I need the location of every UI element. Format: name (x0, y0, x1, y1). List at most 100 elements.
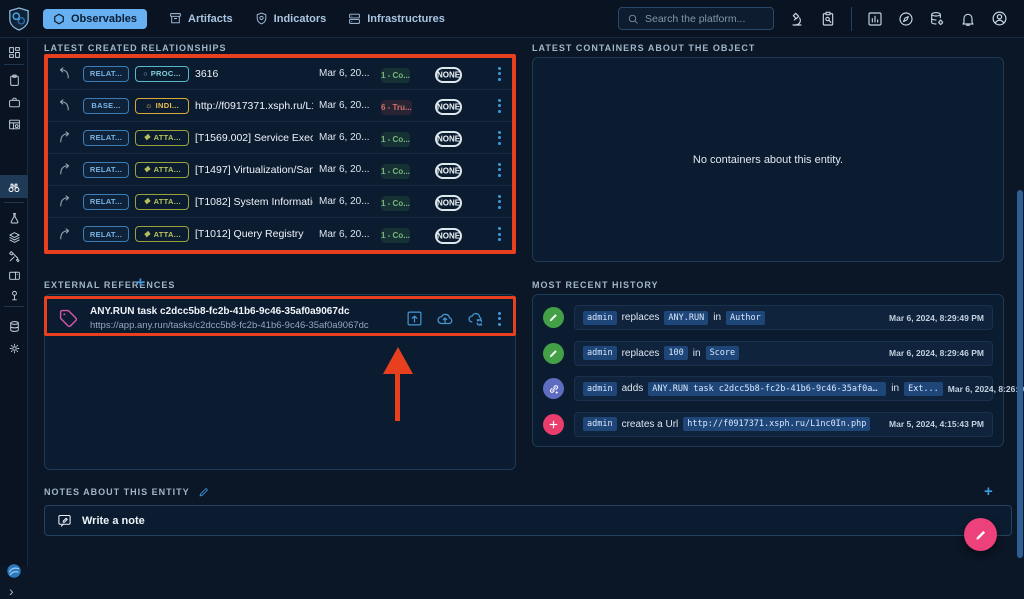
search-input[interactable]: Search the platform... (618, 7, 774, 30)
sidebar-item-analyses[interactable] (0, 70, 28, 90)
history-card: admin replaces ANY.RUN in Author Mar 6, … (532, 294, 1004, 447)
sidebar-item-cases[interactable] (0, 92, 28, 112)
dashboard-icon (8, 46, 21, 59)
edit-fab-button[interactable] (964, 518, 997, 551)
confidence-badge: 1 - Co... (381, 164, 410, 179)
expand-chevron-icon[interactable]: › (9, 583, 14, 599)
history-message: admin replaces ANY.RUN in Author Mar 6, … (574, 305, 993, 330)
relationship-row[interactable]: BASE... INDI... http://f0917371.xsph.ru/… (47, 90, 513, 122)
row-menu-dots-icon[interactable] (493, 131, 505, 145)
relationship-date: Mar 6, 20... (319, 196, 375, 207)
history-row: admin adds ANY.RUN task c2dcc5b8-fc2b-41… (543, 371, 993, 407)
tab-infrastructures[interactable]: Infrastructures (348, 12, 445, 25)
entity-type-chip: ATTA... (135, 194, 189, 210)
edit-pencil-icon[interactable] (198, 486, 210, 498)
confidence-badge: 6 - Tru... (381, 100, 412, 115)
data-database-icon (8, 320, 21, 333)
opencti-shield-icon[interactable] (8, 6, 30, 32)
note-input[interactable]: Write a note (44, 505, 1012, 536)
row-menu-dots-icon[interactable] (493, 227, 505, 241)
locations-pin-icon (8, 289, 21, 302)
relationship-row[interactable]: RELAT... ATTA... [T1082] System Informat… (47, 186, 513, 218)
relationship-row[interactable]: RELAT... ATTA... [T1569.002] Service Exe… (47, 122, 513, 154)
open-in-app-icon[interactable] (406, 310, 423, 327)
techniques-tools-icon (8, 250, 21, 263)
microscope-icon[interactable] (789, 11, 805, 27)
external-references-title: EXTERNAL REFERENCES (44, 280, 175, 290)
bell-icon[interactable] (960, 11, 976, 27)
settings-gear-icon (8, 342, 21, 355)
hexagon-icon (53, 13, 65, 25)
sidebar-item-techniques[interactable] (0, 246, 28, 266)
add-note-button[interactable]: + (984, 486, 993, 498)
history-value-chip: ANY.RUN (664, 311, 708, 325)
relationship-arrow-icon (51, 66, 77, 81)
relationship-type-chip: BASE... (83, 98, 129, 114)
history-row: admin creates a Url http://f0917371.xsph… (543, 407, 993, 443)
archive-icon (169, 12, 182, 25)
sidebar-item-threats[interactable] (0, 208, 28, 228)
row-menu-dots-icon[interactable] (493, 195, 505, 209)
reference-menu-dots-icon[interactable] (498, 312, 501, 326)
clipboard-search-icon[interactable] (820, 11, 836, 27)
attack-pattern-icon (143, 197, 150, 206)
relationship-row[interactable]: RELAT... PROC... 3616 Mar 6, 20... 1 - C… (47, 58, 513, 90)
history-user-chip: admin (583, 417, 617, 431)
cloud-upload-icon[interactable] (436, 310, 454, 328)
cloud-sync-icon[interactable] (467, 310, 485, 328)
add-external-reference-button[interactable]: + (136, 277, 145, 289)
marking-badge: NONE (435, 67, 462, 83)
relationship-type-chip: RELAT... (83, 226, 129, 242)
relationship-row[interactable]: RELAT... ATTA... [T1012] Query Registry … (47, 218, 513, 250)
history-row: admin replaces ANY.RUN in Author Mar 6, … (543, 300, 993, 336)
relationship-row[interactable]: RELAT... ATTA... [T1497] Virtualization/… (47, 154, 513, 186)
history-user-chip: admin (583, 382, 617, 396)
sidebar-item-dashboard[interactable] (0, 42, 28, 62)
confidence-badge: 1 - Co... (381, 228, 410, 243)
history-action: replaces (622, 348, 660, 359)
external-reference-row[interactable]: ANY.RUN task c2dcc5b8-fc2b-41b6-9c46-35a… (45, 295, 515, 335)
sidebar-item-observations[interactable] (0, 176, 28, 197)
containers-title: LATEST CONTAINERS ABOUT THE OBJECT (532, 43, 755, 53)
attack-pattern-icon (143, 230, 150, 239)
sidebar-item-data[interactable] (0, 316, 28, 336)
link-icon (543, 378, 564, 399)
sidebar-item-settings[interactable] (0, 338, 28, 358)
events-table-icon (8, 118, 21, 131)
history-field-chip: Score (706, 346, 740, 360)
sidebar-item-events[interactable] (0, 114, 28, 134)
server-icon (348, 12, 361, 25)
plus-icon (543, 414, 564, 435)
search-placeholder: Search the platform... (645, 13, 745, 25)
row-menu-dots-icon[interactable] (493, 99, 505, 113)
analyses-clipboard-icon (8, 74, 21, 87)
tab-indicators[interactable]: Indicators (255, 12, 327, 25)
history-timestamp: Mar 5, 2024, 4:15:43 PM (889, 419, 984, 429)
filigran-logo-icon[interactable] (5, 562, 23, 580)
relationships-title: LATEST CREATED RELATIONSHIPS (44, 43, 227, 53)
barchart-icon[interactable] (867, 11, 883, 27)
history-message: admin adds ANY.RUN task c2dcc5b8-fc2b-41… (574, 376, 993, 401)
history-value-chip: http://f0917371.xsph.ru/L1nc0In.php (683, 417, 870, 431)
sidebar-item-locations[interactable] (0, 285, 28, 305)
row-menu-dots-icon[interactable] (493, 67, 505, 81)
tab-observables[interactable]: Observables (43, 9, 147, 29)
sidebar-item-entities[interactable] (0, 265, 28, 285)
external-reference-url[interactable]: https://app.any.run/tasks/c2dcc5b8-fc2b-… (90, 320, 394, 331)
tab-artifacts[interactable]: Artifacts (169, 12, 233, 25)
cases-briefcase-icon (8, 96, 21, 109)
external-references-card: ANY.RUN task c2dcc5b8-fc2b-41b6-9c46-35a… (44, 294, 516, 470)
history-user-chip: admin (583, 346, 617, 360)
notes-title: NOTES ABOUT THIS ENTITY (44, 487, 190, 497)
account-icon[interactable] (991, 10, 1008, 27)
history-message: admin replaces 100 in Score Mar 6, 2024,… (574, 341, 993, 366)
vertical-scrollbar[interactable] (1017, 190, 1023, 558)
sidebar-item-arsenal[interactable] (0, 227, 28, 247)
row-menu-dots-icon[interactable] (493, 163, 505, 177)
history-timestamp: Mar 6, 2024, 8:29:49 PM (889, 313, 984, 323)
database-gear-icon[interactable] (929, 11, 945, 27)
history-value-chip: ANY.RUN task c2dcc5b8-fc2b-41b6-9c46-35a… (648, 382, 886, 396)
entities-folder-icon (8, 269, 21, 282)
compass-icon[interactable] (898, 11, 914, 27)
relationship-date: Mar 6, 20... (319, 164, 375, 175)
